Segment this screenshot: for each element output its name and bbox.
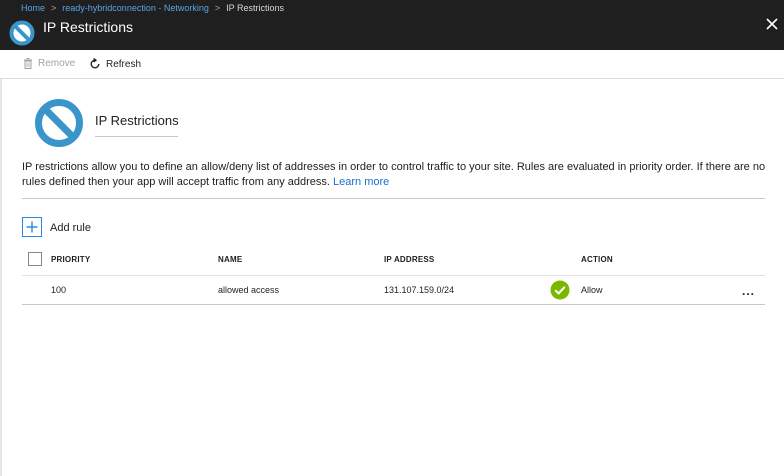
breadcrumb-separator: > — [51, 3, 57, 13]
add-rule-label: Add rule — [50, 222, 91, 234]
description: IP restrictions allow you to define an a… — [22, 160, 767, 190]
refresh-icon — [90, 58, 100, 69]
remove-label: Remove — [38, 58, 76, 69]
table-header-divider — [22, 275, 765, 276]
column-header-priority[interactable]: PRIORITY — [51, 255, 90, 264]
more-options-button[interactable]: ... — [742, 284, 755, 298]
trash-icon — [24, 58, 32, 69]
column-header-action[interactable]: ACTION — [581, 255, 613, 264]
refresh-label: Refresh — [106, 58, 142, 70]
cell-ip-address: 131.107.159.0/24 — [384, 285, 455, 295]
cell-action: Allow — [581, 285, 603, 295]
column-header-ip-address[interactable]: IP ADDRESS — [384, 255, 434, 264]
close-icon[interactable] — [764, 18, 780, 34]
plus-icon — [22, 217, 42, 237]
cell-name: allowed access — [218, 285, 280, 295]
table-row-divider — [22, 304, 765, 305]
column-header-name[interactable]: NAME — [218, 255, 242, 264]
page-title: IP Restrictions — [95, 113, 179, 128]
breadcrumb: Home > ready-hybridconnection - Networki… — [21, 3, 284, 13]
breadcrumb-current: IP Restrictions — [226, 3, 284, 13]
blade-header: Home > ready-hybridconnection - Networki… — [0, 0, 784, 50]
select-all-checkbox[interactable] — [28, 252, 42, 266]
no-entry-icon — [35, 99, 83, 147]
blade-title: IP Restrictions — [43, 19, 133, 35]
remove-button[interactable]: Remove — [23, 58, 75, 69]
add-rule-button[interactable]: Add rule — [22, 217, 91, 237]
learn-more-link[interactable]: Learn more — [333, 176, 389, 188]
breadcrumb-separator: > — [214, 3, 221, 13]
command-bar: Remove Refresh — [0, 50, 784, 79]
check-circle-icon — [550, 280, 570, 300]
section-divider — [22, 198, 765, 199]
refresh-button[interactable]: Refresh — [89, 58, 141, 70]
description-text: IP restrictions allow you to define an a… — [22, 161, 766, 188]
breadcrumb-home[interactable]: Home — [21, 3, 45, 13]
cell-priority: 100 — [51, 285, 67, 295]
breadcrumb-networking[interactable]: ready-hybridconnection - Networking — [62, 3, 209, 13]
title-divider — [95, 136, 178, 137]
blade-edge — [0, 79, 2, 476]
no-entry-icon — [9, 20, 35, 46]
